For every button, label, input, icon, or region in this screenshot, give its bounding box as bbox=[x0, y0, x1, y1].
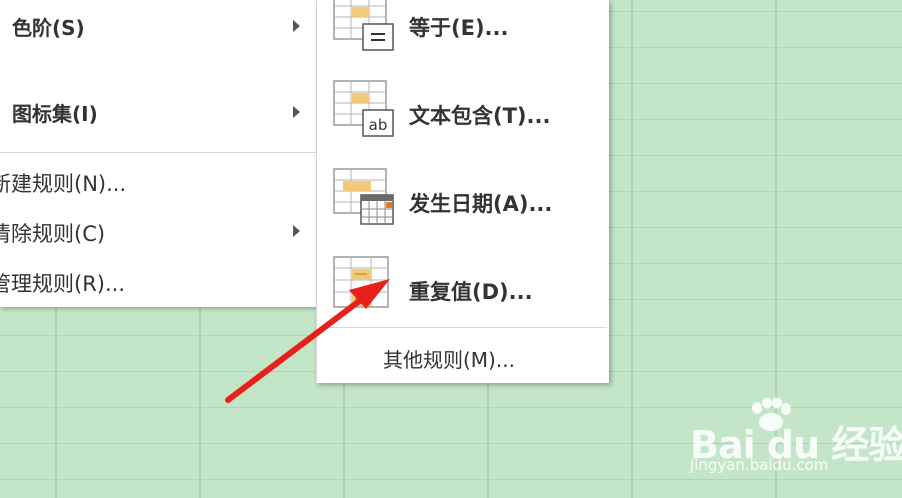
submenu-arrow-icon bbox=[293, 106, 300, 118]
text-contains-icon: ab bbox=[333, 80, 394, 137]
submenu-arrow-icon bbox=[293, 20, 300, 32]
submenu-item-label: 重复值(D)... bbox=[409, 280, 533, 304]
menu-item-label: 管理规则(R)... bbox=[0, 272, 126, 296]
menu-item-label: 色阶(S) bbox=[12, 15, 85, 40]
menu-item-clear-rules[interactable]: 清除规则(C) bbox=[0, 208, 316, 254]
submenu-item-label: 发生日期(A)... bbox=[409, 192, 553, 216]
baidu-jingyan-watermark: Bai du 经验 jingyan.baidu.com bbox=[690, 398, 902, 488]
submenu-item-date-occurring[interactable]: 发生日期(A)... bbox=[317, 162, 609, 242]
submenu-item-equal-to[interactable]: 等于(E)... bbox=[317, 0, 609, 66]
equal-to-icon bbox=[333, 0, 394, 51]
ab-glyph: ab bbox=[369, 116, 388, 134]
submenu-item-label: 等于(E)... bbox=[409, 16, 509, 40]
submenu-item-label: 其他规则(M)... bbox=[383, 348, 515, 372]
submenu-item-other-rules[interactable]: 其他规则(M)... bbox=[317, 334, 609, 380]
submenu-arrow-icon bbox=[293, 225, 300, 237]
date-occurring-icon bbox=[333, 168, 394, 225]
menu-item-label: 清除规则(C) bbox=[0, 222, 106, 246]
menu-item-icon-sets[interactable]: 图标集(I) bbox=[0, 82, 316, 142]
submenu-item-duplicate-values[interactable]: 重复值(D)... bbox=[317, 250, 609, 330]
menu-item-label: 图标集(I) bbox=[12, 101, 98, 126]
menu-separator bbox=[0, 152, 316, 153]
submenu-separator bbox=[325, 327, 607, 328]
menu-item-label: 新建规则(N)... bbox=[0, 172, 127, 196]
submenu-item-label: 文本包含(T)... bbox=[409, 104, 551, 128]
menu-item-manage-rules[interactable]: 管理规则(R)... bbox=[0, 258, 316, 304]
watermark-url: jingyan.baidu.com bbox=[690, 456, 829, 474]
duplicate-values-icon bbox=[333, 256, 389, 308]
conditional-format-menu: 色阶(S) 图标集(I) 新建规则(N)... 清除规则(C) 管理规则(R).… bbox=[0, 0, 316, 307]
highlight-cells-rules-submenu: 等于(E)... ab 文本包含(T)... 发生日期(A)... 重复值(D)… bbox=[316, 0, 609, 383]
menu-item-new-rule[interactable]: 新建规则(N)... bbox=[0, 158, 316, 204]
submenu-item-text-contains[interactable]: ab 文本包含(T)... bbox=[317, 74, 609, 154]
menu-item-color-scales[interactable]: 色阶(S) bbox=[0, 0, 316, 56]
